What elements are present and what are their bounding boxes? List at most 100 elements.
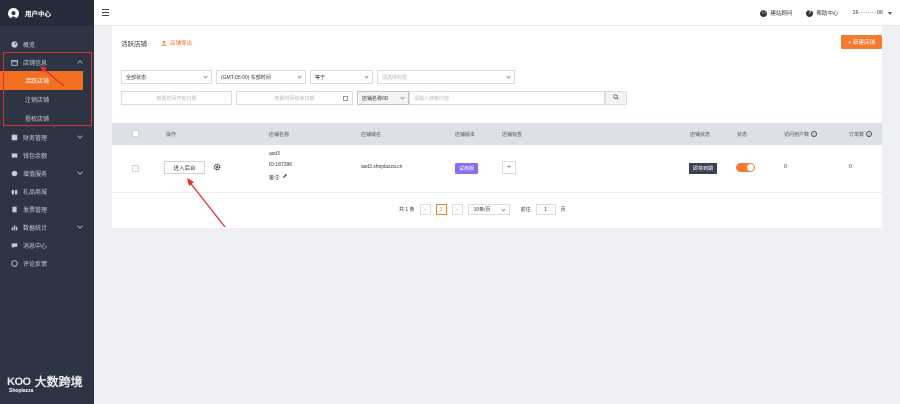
select-all-checkbox[interactable] xyxy=(132,130,139,137)
row-checkbox[interactable] xyxy=(132,165,139,172)
sidebar-item-services[interactable]: 增值服务 xyxy=(0,164,94,182)
search-type-value: 店铺名称/ID xyxy=(362,95,389,102)
col-domain: 店铺域名 xyxy=(361,131,382,138)
sidebar-item-label: 发票管理 xyxy=(23,207,48,214)
col-version: 店铺版本 xyxy=(455,131,476,138)
watermark: KOO 大数跨境 Shoplazza xyxy=(7,373,83,394)
status-select-value: 全部状态 xyxy=(126,74,147,81)
chevron-down-icon xyxy=(77,223,83,229)
gift-icon xyxy=(11,188,18,195)
chevron-down-icon xyxy=(203,74,208,79)
new-store-button[interactable]: + 新建店铺 xyxy=(841,35,882,49)
invoice-icon xyxy=(11,206,18,213)
col-store-status: 店铺状态 xyxy=(690,131,711,138)
service-icon xyxy=(11,170,18,177)
add-tag-button[interactable]: + xyxy=(502,161,516,174)
compare-select[interactable]: 等于 xyxy=(310,70,373,84)
wallet-icon xyxy=(11,152,18,159)
next-page-button[interactable]: › xyxy=(451,204,463,215)
page-number-current[interactable]: 1 xyxy=(435,204,447,215)
compare-select-value: 等于 xyxy=(315,74,326,81)
sidebar-item-statistics[interactable]: 数据统计 xyxy=(0,218,94,236)
timezone-select-value: (GMT-05:00) 东部时间 xyxy=(221,74,271,81)
account-menu[interactable]: 16··········06 xyxy=(852,10,892,16)
sidebar-item-overview[interactable]: 概览 xyxy=(0,35,94,53)
prev-page-button[interactable]: ‹ xyxy=(419,204,431,215)
upload-icon xyxy=(161,40,167,46)
version-badge: 试用版 xyxy=(455,163,479,174)
order-count: 0 xyxy=(849,164,852,170)
page-unit: 页 xyxy=(560,207,566,213)
sidebar-item-label: 消息中心 xyxy=(23,243,48,250)
export-stores-button[interactable]: 店铺导出 xyxy=(161,39,192,47)
account-name: 16··········06 xyxy=(852,10,883,16)
annotation-highlight-box xyxy=(3,52,92,126)
start-date-placeholder: 到期时间开始日期 xyxy=(156,95,197,102)
enter-backend-button[interactable]: 进入后台 xyxy=(164,161,205,174)
sidebar-item-label: 礼品商城 xyxy=(23,189,48,196)
site-consultant-label: 建站顾问 xyxy=(770,11,793,17)
goto-page-input[interactable]: 1 xyxy=(535,204,556,215)
store-name: asd3 xyxy=(269,151,280,157)
total-count: 共 1 条 xyxy=(399,207,415,213)
page-title: 活跃店铺 xyxy=(121,41,147,48)
chevron-down-icon xyxy=(400,95,405,100)
edit-pencil-icon[interactable] xyxy=(282,173,288,181)
help-circle-icon[interactable]: ? xyxy=(866,131,873,137)
search-type-select[interactable]: 店铺名称/ID xyxy=(357,91,409,105)
end-date-placeholder: 到期时间结束日期 xyxy=(274,95,315,102)
export-label: 店铺导出 xyxy=(170,41,193,47)
store-domain[interactable]: asd3.shoplazza.cn xyxy=(361,164,402,170)
search-input[interactable]: 请输入搜索内容 xyxy=(409,91,605,105)
col-action: 操作 xyxy=(166,131,177,138)
store-enabled-toggle[interactable] xyxy=(736,163,755,172)
calendar-icon xyxy=(343,96,348,101)
start-date-field[interactable]: 到期时间开始日期 xyxy=(121,91,232,105)
col-store-name: 店铺名称 xyxy=(269,131,290,138)
end-date-field[interactable]: 到期时间结束日期 xyxy=(236,91,353,105)
chevron-down-icon xyxy=(364,74,369,79)
help-center-link[interactable]: ? 帮助中心 xyxy=(806,9,838,17)
sidebar-item-label: 财务管理 xyxy=(23,135,48,142)
chevron-down-icon xyxy=(500,207,506,212)
chevron-down-icon xyxy=(297,74,302,79)
help-icon: ? xyxy=(806,9,814,17)
col-tags: 店铺标签 xyxy=(502,131,523,138)
sidebar-title: 用户中心 xyxy=(25,11,51,18)
sidebar-item-label: 数据统计 xyxy=(23,225,48,232)
menu-toggle-icon[interactable] xyxy=(102,9,109,16)
sidebar-header: 用户中心 xyxy=(0,0,94,26)
store-note: 备注: xyxy=(269,173,288,181)
watermark-logo: KOO xyxy=(7,375,31,388)
sidebar-item-wallet[interactable]: 钱包余额 xyxy=(0,146,94,164)
col-orders-label: 订单数 xyxy=(849,131,865,138)
search-button[interactable] xyxy=(605,91,627,105)
sidebar-item-label: 概览 xyxy=(23,42,36,49)
timezone-select[interactable]: (GMT-05:00) 东部时间 xyxy=(216,70,306,84)
gear-icon[interactable] xyxy=(213,163,221,171)
sidebar-item-messages[interactable]: 消息中心 xyxy=(0,236,94,254)
sidebar-item-label: 评论反馈 xyxy=(23,261,48,268)
col-status: 状态 xyxy=(737,131,748,138)
sidebar-item-invoice[interactable]: 发票管理 xyxy=(0,200,94,218)
sidebar-item-label: 钱包余额 xyxy=(23,153,48,160)
goto-label: 前往 xyxy=(520,207,531,213)
page-size-select[interactable]: 10条/页 xyxy=(467,204,510,215)
col-visitors: 访问用户数? xyxy=(784,131,818,138)
chart-icon xyxy=(11,224,18,231)
message-icon xyxy=(11,242,18,249)
site-consultant-link[interactable]: ⚇ 建站顾问 xyxy=(760,9,792,17)
label-select[interactable]: 请选择标签 xyxy=(377,70,515,84)
sidebar-item-finance[interactable]: 财务管理 xyxy=(0,128,94,146)
col-visitors-label: 访问用户数 xyxy=(784,131,810,138)
table-row: 进入后台 asd3 ID:187396 备注: asd3.shoplazza.c… xyxy=(112,145,882,193)
sidebar-item-feedback[interactable]: 评论反馈 xyxy=(0,254,94,272)
chevron-down-icon xyxy=(77,133,83,139)
search-input-placeholder: 请输入搜索内容 xyxy=(414,95,450,102)
store-id: ID:187396 xyxy=(269,162,293,168)
sidebar-item-gift-mall[interactable]: 礼品商城 xyxy=(0,182,94,200)
topbar: ⚇ 建站顾问 ? 帮助中心 16··········06 xyxy=(94,0,900,26)
status-select[interactable]: 全部状态 xyxy=(121,70,212,84)
help-circle-icon[interactable]: ? xyxy=(811,131,818,137)
store-note-label: 备注: xyxy=(269,174,281,181)
